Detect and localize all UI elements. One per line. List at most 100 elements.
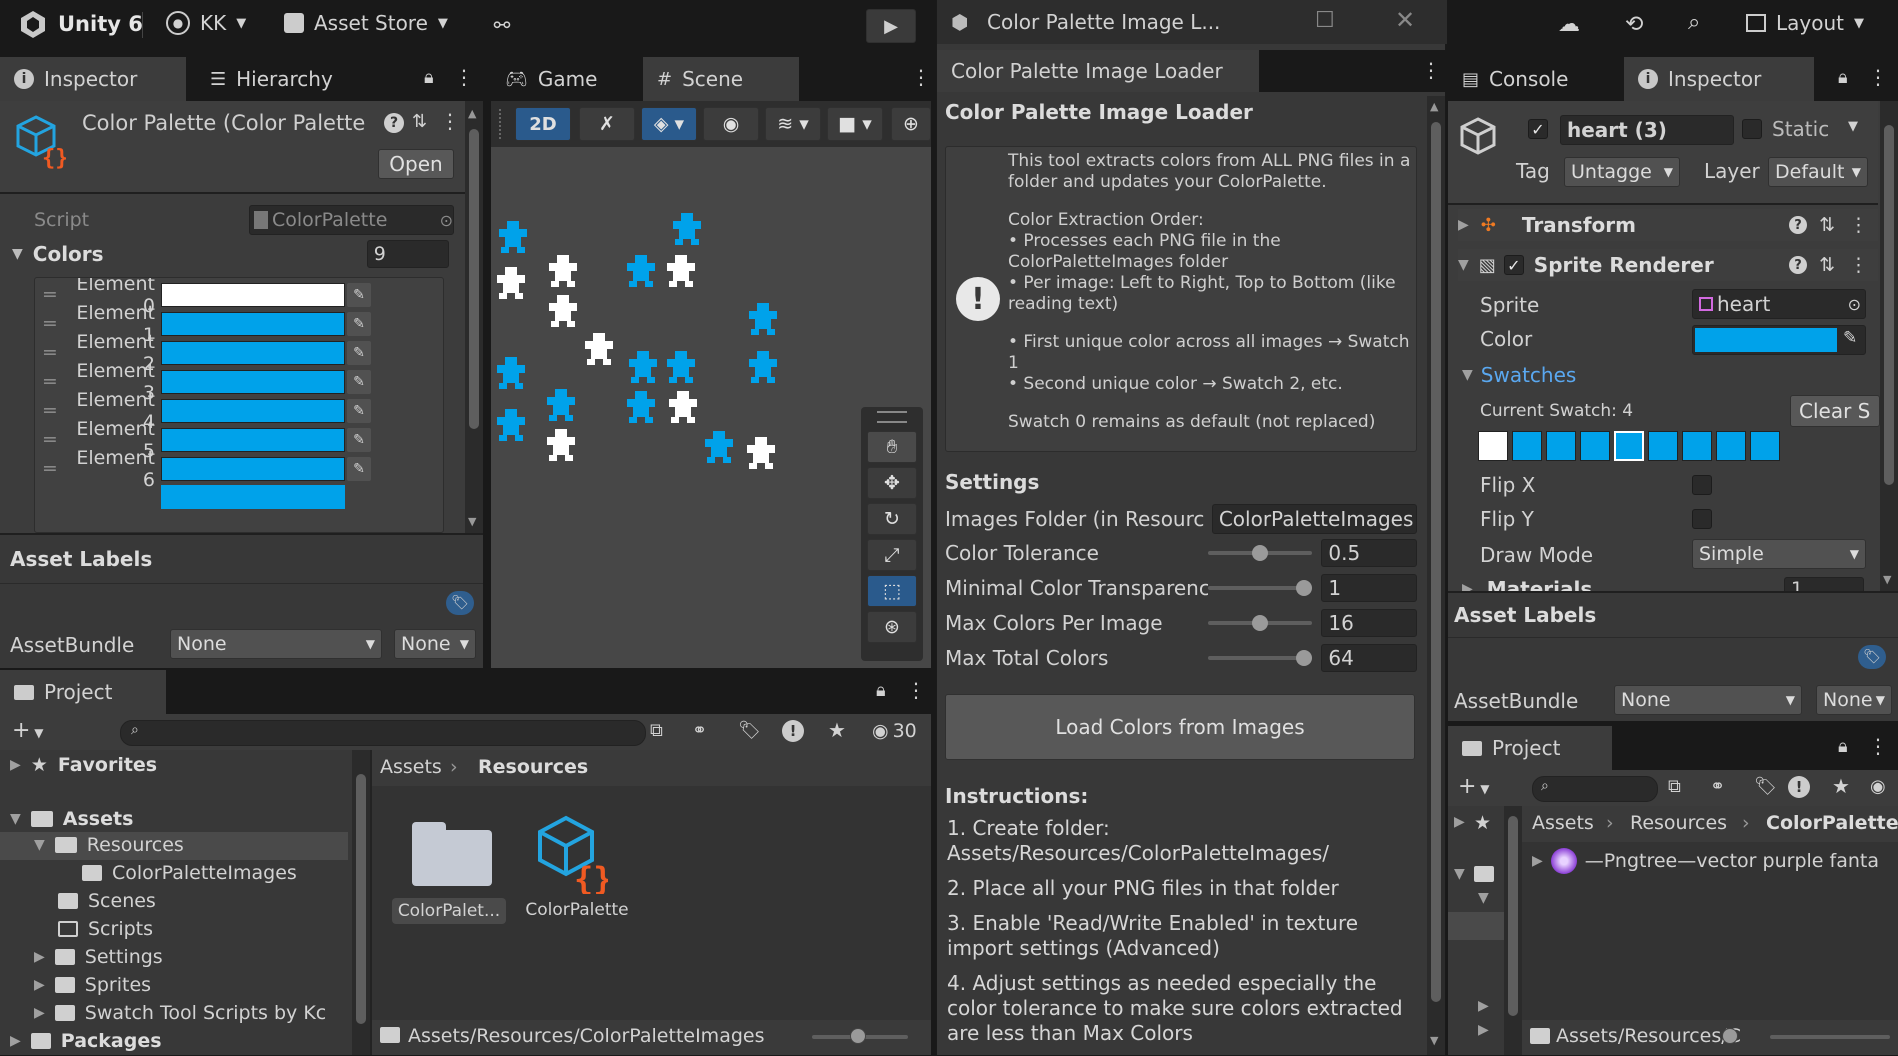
unity-version-button[interactable]: Unity 6	[18, 9, 143, 39]
slider-knob[interactable]	[1722, 1028, 1738, 1044]
breadcrumb-colorpalette[interactable]: ColorPalette	[1766, 812, 1898, 834]
sprite-figure[interactable]	[499, 221, 527, 253]
move-tool-button[interactable]: ✥	[867, 467, 917, 499]
drag-handle-icon[interactable]: ═	[35, 342, 65, 364]
static-checkbox[interactable]	[1742, 119, 1762, 139]
tab-console[interactable]: ▤ Console	[1448, 57, 1622, 101]
maximize-icon[interactable]: ☐	[1315, 8, 1335, 33]
label-tag-icon[interactable]: 🏷︎	[446, 591, 474, 615]
sprite-figure[interactable]	[667, 255, 695, 287]
play-button[interactable]: ▶	[866, 9, 916, 43]
lock-icon[interactable]: 🔒︎	[424, 67, 434, 88]
scene-view[interactable]: 2D ✗ ◈ ▾ ◉ ≋ ▾ ■ ▾ ⊕ ✋︎ ✥ ↻ ⤢ ⬚ ⊛	[491, 101, 931, 668]
tree-swatch-tool[interactable]: ▶ Swatch Tool Scripts by Kc	[34, 1002, 354, 1024]
layer-dropdown[interactable]: Default ▼	[1768, 157, 1868, 187]
materials-count-field[interactable]: 1	[1784, 577, 1864, 591]
scroll-up-icon[interactable]: ▲	[1430, 100, 1438, 113]
element-color-field[interactable]	[161, 369, 345, 394]
sprite-figure[interactable]	[585, 333, 613, 365]
transform-tool-button[interactable]: ⊛	[867, 611, 917, 643]
sprite-figure[interactable]	[667, 351, 695, 383]
filter-type-icon[interactable]: ⚭	[692, 720, 707, 741]
more-options-icon[interactable]: ⋮	[1849, 254, 1868, 276]
tree-scenes[interactable]: Scenes	[58, 890, 156, 912]
foldout-arrow-icon[interactable]: ▶	[1454, 814, 1465, 830]
more-options-icon[interactable]: ⋮	[454, 65, 474, 89]
eyedropper-icon[interactable]: ✎	[347, 398, 371, 423]
list-item[interactable]: ▶ —Pngtree—vector purple fanta	[1532, 848, 1879, 874]
lighting-toggle-button[interactable]: ✗	[579, 107, 635, 141]
drag-handle-icon[interactable]: ═	[35, 429, 65, 451]
scroll-down-icon[interactable]: ▼	[468, 515, 476, 528]
setting-slider[interactable]	[1207, 613, 1312, 633]
sprite-figure[interactable]	[705, 431, 733, 463]
favorite-star-icon[interactable]: ★	[828, 718, 846, 742]
scrollbar-thumb[interactable]	[1508, 816, 1518, 1016]
breadcrumb-assets[interactable]: Assets	[380, 756, 442, 778]
sprite-figure[interactable]	[497, 267, 525, 299]
sprite-figure[interactable]	[549, 255, 577, 287]
window-scrollbar[interactable]: ▲ ▼	[1427, 96, 1445, 1055]
scrollbar-thumb[interactable]	[469, 129, 479, 429]
tree-packages[interactable]: ▶ Packages	[10, 1030, 162, 1052]
right-project-search-input[interactable]: ⌕	[1532, 776, 1658, 802]
gameobject-name-input[interactable]: heart (3)	[1560, 115, 1734, 145]
rotate-tool-button[interactable]: ↻	[867, 503, 917, 535]
asset-item-colorpaletteimages[interactable]: ColorPalet...	[392, 898, 506, 924]
gizmos-button[interactable]: ⊕	[891, 107, 931, 141]
camera-dropdown-button[interactable]: ■ ▾	[827, 107, 883, 141]
slider-knob[interactable]	[1295, 580, 1312, 596]
object-picker-icon[interactable]: ⊙	[1848, 295, 1861, 314]
drag-handle[interactable]	[499, 109, 502, 139]
more-options-icon[interactable]: ⋮	[1421, 58, 1441, 82]
layout-dropdown[interactable]: Layout ▼	[1746, 11, 1864, 35]
hand-tool-button[interactable]: ✋︎	[867, 431, 917, 463]
folder-thumbnail[interactable]	[412, 818, 492, 890]
version-control-icon[interactable]: ⚯	[488, 12, 516, 38]
tree-assets[interactable]: ▼ Assets	[10, 808, 133, 830]
load-colors-button[interactable]: Load Colors from Images	[945, 694, 1415, 760]
tree-settings[interactable]: ▶ Settings	[34, 946, 163, 968]
drag-handle-icon[interactable]: ═	[35, 458, 65, 480]
foldout-arrow-icon[interactable]: ▶	[1478, 1022, 1489, 1038]
object-picker-icon[interactable]: ⊙	[440, 211, 453, 230]
swatch-button[interactable]	[1614, 431, 1644, 461]
open-button[interactable]: Open	[378, 149, 454, 179]
warning-filter-icon[interactable]: !	[782, 720, 804, 742]
sprite-figure[interactable]	[747, 437, 775, 469]
tree-colorpaletteimages[interactable]: ColorPaletteImages	[82, 862, 297, 884]
sprite-renderer-enabled-checkbox[interactable]: ✓	[1503, 255, 1524, 275]
chevron-down-icon[interactable]: ▼	[1848, 119, 1858, 134]
eyedropper-icon[interactable]: ✎	[347, 427, 371, 452]
materials-foldout[interactable]: ▶ Materials	[1462, 577, 1592, 591]
element-color-field[interactable]	[161, 398, 345, 423]
tab-hierarchy[interactable]: ☰ Hierarchy	[196, 57, 426, 101]
more-options-icon[interactable]: ⋮	[1868, 734, 1888, 758]
sprite-figure[interactable]	[547, 429, 575, 461]
help-icon[interactable]: ?	[1789, 256, 1808, 274]
tab-project[interactable]: Project	[0, 670, 166, 714]
draw-mode-dropdown[interactable]: Simple ▼	[1692, 539, 1866, 569]
help-icon[interactable]: ?	[1789, 216, 1808, 234]
hidden-packages-toggle[interactable]: ◉ 30	[872, 720, 917, 742]
label-tag-icon[interactable]: 🏷︎	[1858, 645, 1886, 669]
foldout-arrow-icon[interactable]: ▶	[1478, 998, 1489, 1014]
drag-handle-icon[interactable]: ═	[35, 400, 65, 422]
star-icon[interactable]: ★	[1474, 812, 1491, 834]
lock-icon[interactable]: 🔒︎	[1838, 736, 1848, 757]
sprite-figure[interactable]	[749, 351, 777, 383]
tree-scrollbar[interactable]	[352, 750, 370, 1055]
element-color-field[interactable]	[161, 456, 345, 481]
create-add-button[interactable]: + ▼	[1458, 774, 1489, 799]
setting-slider[interactable]	[1207, 578, 1312, 598]
colors-header-row[interactable]: ▼ Colors 9	[12, 239, 456, 269]
eye-icon[interactable]: ◉	[1870, 776, 1886, 797]
tab-inspector[interactable]: i Inspector	[0, 57, 186, 101]
colors-size-field[interactable]: 9	[366, 240, 449, 268]
slider-value-field[interactable]: 64	[1321, 644, 1417, 672]
palette-drag-handle[interactable]	[877, 411, 907, 423]
sprite-figure[interactable]	[627, 391, 655, 423]
sprite-figure[interactable]	[497, 357, 525, 389]
search-in-scene-icon[interactable]: ⧉	[650, 720, 663, 741]
swatch-button[interactable]	[1580, 431, 1610, 461]
